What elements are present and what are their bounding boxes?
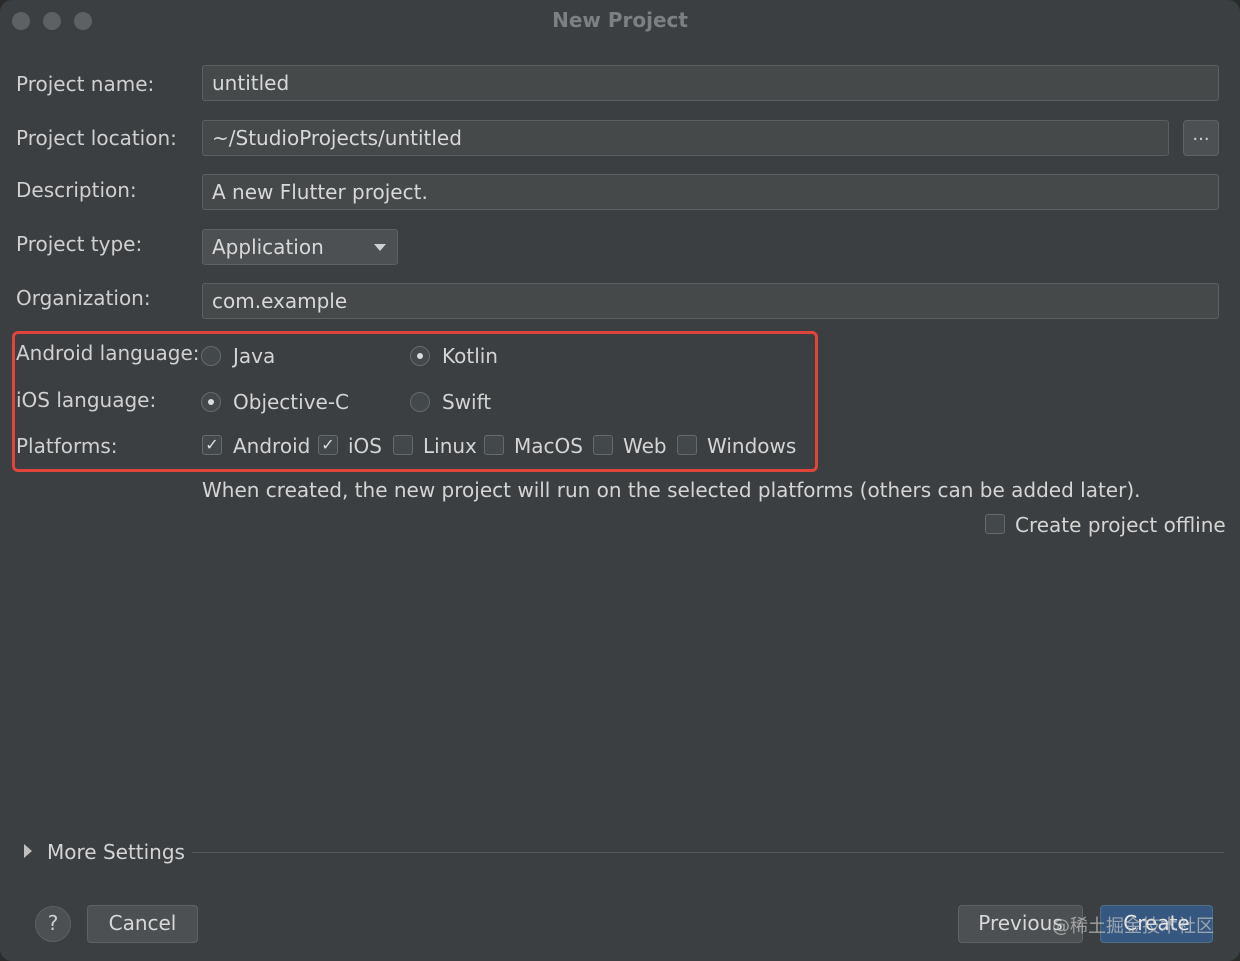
web-checkbox[interactable] bbox=[593, 435, 613, 455]
description-input[interactable]: A new Flutter project. bbox=[202, 174, 1219, 210]
organization-label: Organization: bbox=[16, 286, 151, 310]
description-label: Description: bbox=[16, 178, 137, 202]
objective-c-option-label: Objective-C bbox=[233, 390, 350, 414]
create-offline-checkbox[interactable] bbox=[985, 514, 1005, 534]
help-button[interactable]: ? bbox=[35, 906, 71, 942]
windows-checkbox[interactable] bbox=[677, 435, 697, 455]
macos-platform-label: MacOS bbox=[514, 434, 583, 458]
ios-language-label: iOS language: bbox=[16, 388, 157, 412]
project-name-label: Project name: bbox=[16, 72, 155, 96]
android-checkbox[interactable]: ✓ bbox=[202, 435, 222, 455]
java-radio[interactable] bbox=[201, 346, 221, 366]
platforms-hint: When created, the new project will run o… bbox=[202, 478, 1141, 502]
linux-checkbox[interactable] bbox=[393, 435, 413, 455]
organization-input[interactable]: com.example bbox=[202, 283, 1219, 319]
expand-arrow-icon[interactable] bbox=[24, 844, 32, 858]
project-type-dropdown[interactable]: Application bbox=[202, 229, 398, 265]
window-title: New Project bbox=[552, 8, 688, 32]
ios-platform-label: iOS bbox=[348, 434, 382, 458]
platforms-label: Platforms: bbox=[16, 434, 118, 458]
android-language-label: Android language: bbox=[16, 341, 200, 365]
browse-location-button[interactable]: ... bbox=[1183, 120, 1219, 156]
android-platform-label: Android bbox=[233, 434, 311, 458]
more-settings-toggle[interactable]: More Settings bbox=[47, 840, 185, 864]
linux-platform-label: Linux bbox=[423, 434, 477, 458]
macos-checkbox[interactable] bbox=[484, 435, 504, 455]
kotlin-option-label: Kotlin bbox=[442, 344, 498, 368]
ios-checkbox[interactable]: ✓ bbox=[318, 435, 338, 455]
project-location-input[interactable]: ~/StudioProjects/untitled bbox=[202, 120, 1169, 156]
project-location-label: Project location: bbox=[16, 126, 177, 150]
chevron-down-icon bbox=[374, 244, 386, 251]
project-name-input[interactable]: untitled bbox=[202, 65, 1219, 101]
new-project-dialog: New Project Project name: untitled Proje… bbox=[0, 0, 1240, 961]
windows-platform-label: Windows bbox=[707, 434, 797, 458]
more-settings-divider bbox=[192, 852, 1224, 853]
kotlin-radio[interactable] bbox=[410, 346, 430, 366]
swift-radio[interactable] bbox=[410, 392, 430, 412]
title-bar: New Project bbox=[0, 0, 1240, 42]
create-offline-label: Create project offline bbox=[1015, 513, 1226, 537]
web-platform-label: Web bbox=[623, 434, 667, 458]
watermark: @稀土掘金技术社区 bbox=[1052, 916, 1214, 937]
cancel-button[interactable]: Cancel bbox=[87, 905, 198, 943]
project-type-value: Application bbox=[212, 235, 324, 259]
project-type-label: Project type: bbox=[16, 232, 143, 256]
objective-c-radio[interactable] bbox=[201, 392, 221, 412]
swift-option-label: Swift bbox=[442, 390, 492, 414]
java-option-label: Java bbox=[233, 344, 276, 368]
